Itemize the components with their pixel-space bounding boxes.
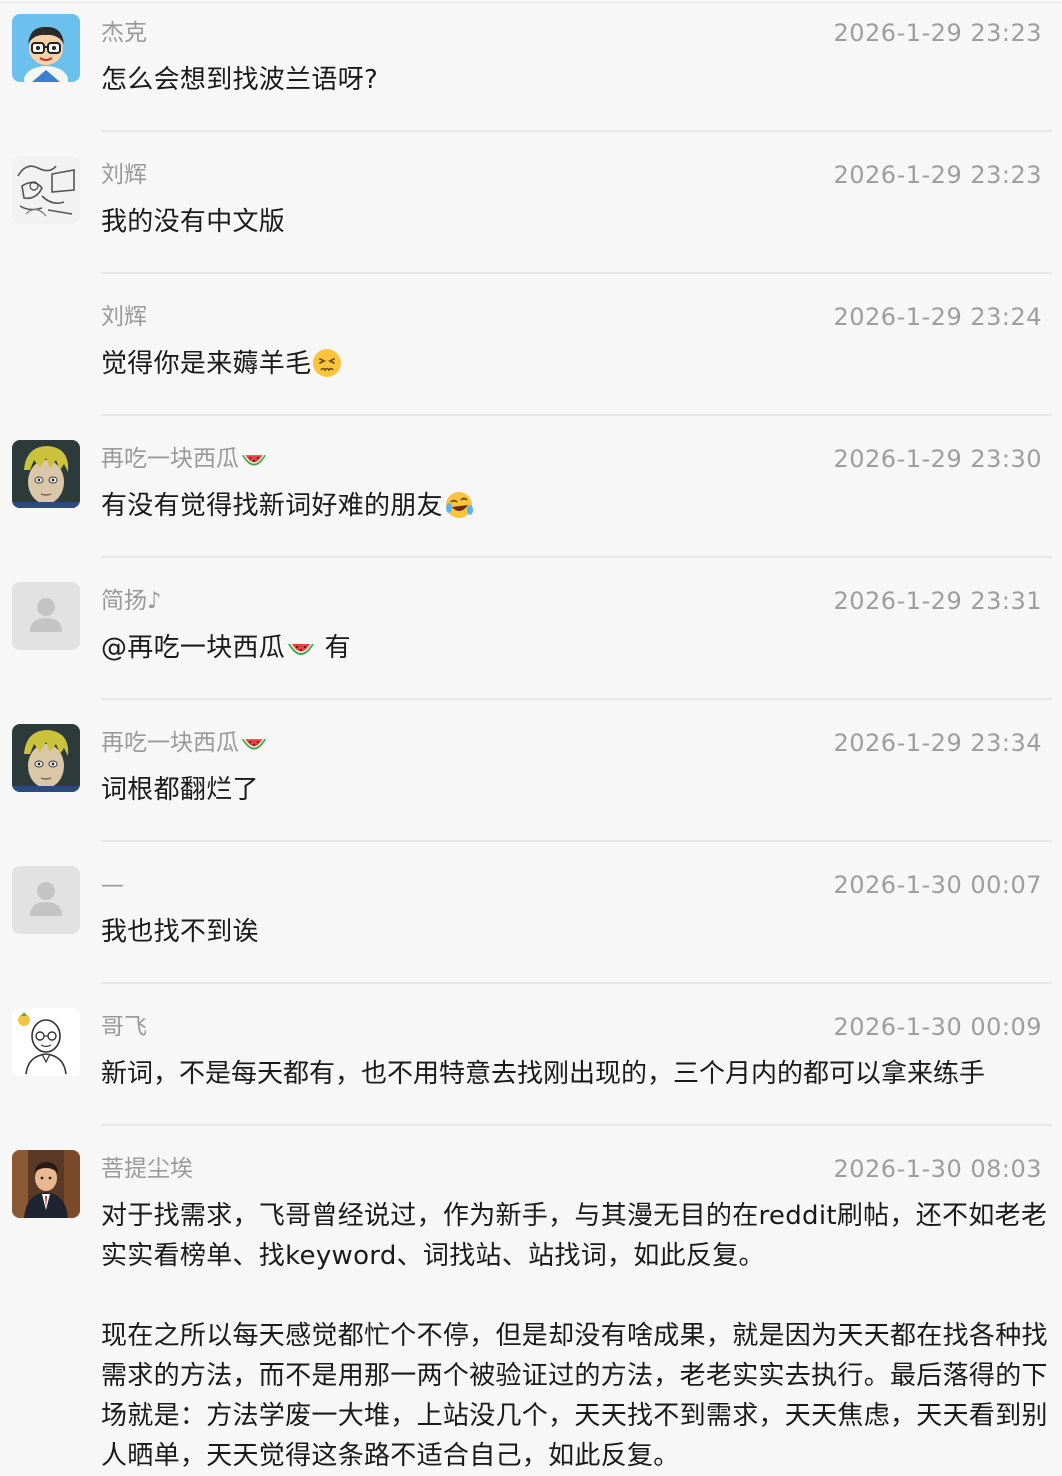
avatar[interactable] (12, 440, 80, 508)
comment-author-text: 再吃一块西瓜 (101, 730, 239, 756)
man-in-suit-avatar-icon (12, 1150, 80, 1218)
avatar[interactable] (12, 724, 80, 792)
comment-author[interactable]: — (101, 870, 124, 900)
comment-time: 2026-1-29 23:34 (833, 729, 1042, 757)
divider (101, 698, 1052, 700)
comment-author[interactable]: 再吃一块西瓜 (101, 444, 268, 474)
cartoon-glasses-avatar-icon (12, 14, 80, 82)
comment-author[interactable]: 简扬♪ (101, 586, 162, 616)
anime-blond-avatar-icon (12, 440, 80, 508)
comment-author[interactable]: 菩提尘埃 (101, 1154, 193, 1184)
comment-time: 2026-1-29 23:24 (833, 303, 1042, 331)
default-user-avatar-icon (12, 866, 80, 934)
comment-time: 2026-1-29 23:30 (833, 445, 1042, 473)
comment-text: 新词，不是每天都有，也不用特意去找刚出现的，三个月内的都可以拿来练手 (101, 1059, 986, 1089)
comment-text-content: 觉得你是来薅羊毛 (101, 349, 312, 379)
comment-author[interactable]: 刘辉 (101, 160, 147, 190)
comment-author[interactable]: 再吃一块西瓜 (101, 728, 268, 758)
comment-text: 我的没有中文版 (101, 207, 286, 237)
comment-time: 2026-1-30 00:09 (833, 1013, 1042, 1041)
comment-text-content: 有 (316, 633, 351, 663)
comment-author-text: 再吃一块西瓜 (101, 446, 239, 472)
avatar[interactable] (12, 866, 80, 934)
avatar[interactable] (12, 582, 80, 650)
divider (101, 556, 1052, 558)
comment-item: 杰克 2026-1-29 23:23 怎么会想到找波兰语呀? (0, 0, 1062, 134)
watermelon-emoji-icon (241, 455, 267, 466)
comment-time: 2026-1-30 08:03 (833, 1155, 1042, 1183)
comment-time: 2026-1-29 23:23 (833, 19, 1042, 47)
watermelon-emoji-icon (241, 739, 267, 750)
comment-item: 再吃一块西瓜 2026-1-29 23:34 词根都翻烂了 (0, 710, 1062, 844)
anime-blond-avatar-icon (12, 724, 80, 792)
comment-item: 简扬♪ 2026-1-29 23:31 @再吃一块西瓜 有 (0, 568, 1062, 702)
sketch-avatar-icon (12, 156, 80, 224)
comment-text: 对于找需求，飞哥曾经说过，作为新手，与其漫无目的在reddit刷帖，还不如老老实… (101, 1201, 1048, 1471)
comment-text-content: 有没有觉得找新词好难的朋友 (101, 491, 443, 521)
comment-time: 2026-1-30 00:07 (833, 871, 1042, 899)
comment-text: 有没有觉得找新词好难的朋友 (101, 486, 1056, 526)
comment-author[interactable]: 杰克 (101, 18, 147, 48)
divider (101, 130, 1052, 132)
avatar[interactable] (12, 156, 80, 224)
comment-item: — 2026-1-30 00:07 我也找不到诶 (0, 852, 1062, 986)
comment-text: @再吃一块西瓜 有 (101, 628, 1056, 668)
comment-text: 我也找不到诶 (101, 917, 259, 947)
default-user-avatar-icon (12, 582, 80, 650)
comment-author[interactable]: 哥飞 (101, 1012, 147, 1042)
comment-item: 刘辉 2026-1-29 23:23 我的没有中文版 (0, 142, 1062, 276)
crying-laughing-face-emoji-icon (445, 492, 473, 518)
avatar[interactable] (12, 1150, 80, 1218)
watermelon-emoji-icon (288, 644, 315, 655)
comment-time: 2026-1-29 23:31 (833, 587, 1042, 615)
persevering-face-emoji-icon (313, 349, 342, 377)
avatar[interactable] (12, 1008, 80, 1076)
comment-text: 觉得你是来薅羊毛 (101, 344, 1056, 384)
avatar[interactable] (12, 14, 80, 82)
comment-text: 词根都翻烂了 (101, 775, 259, 805)
mention-link[interactable]: @再吃一块西瓜 (101, 633, 285, 663)
comment-item: 再吃一块西瓜 2026-1-29 23:30 有没有觉得找新词好难的朋友 (0, 426, 1062, 560)
divider (101, 272, 1052, 274)
divider (101, 1124, 1052, 1126)
comment-author[interactable]: 刘辉 (101, 302, 147, 332)
comment-item: 刘辉 2026-1-29 23:24 觉得你是来薅羊毛 (0, 284, 1062, 418)
comment-text: 怎么会想到找波兰语呀? (101, 65, 379, 95)
comment-time: 2026-1-29 23:23 (833, 161, 1042, 189)
divider (101, 982, 1052, 984)
divider (101, 414, 1052, 416)
divider (101, 840, 1052, 842)
comment-item: 哥飞 2026-1-30 00:09 新词，不是每天都有，也不用特意去找刚出现的… (0, 994, 1062, 1128)
bald-glasses-sketch-avatar-icon (12, 1008, 80, 1076)
comment-item: 菩提尘埃 2026-1-30 08:03 对于找需求，飞哥曾经说过，作为新手，与… (0, 1136, 1062, 1476)
